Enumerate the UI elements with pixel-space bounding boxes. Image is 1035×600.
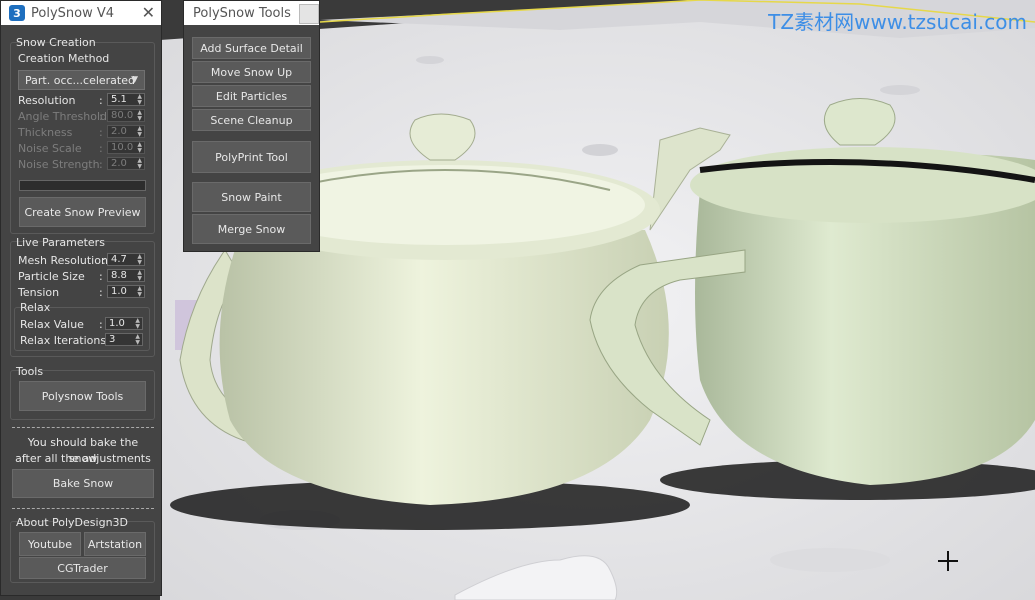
param-row-noise-strength: Noise Strength : 2.0 ▲ ▼ (18, 157, 145, 171)
tools-close-box[interactable] (299, 4, 319, 24)
spinner-arrows-icon[interactable]: ▲ ▼ (137, 286, 142, 298)
colon-separator: : (99, 93, 103, 107)
param-row-mesh-resolution: Mesh Resolution : 4.7 ▲ ▼ (18, 253, 145, 267)
param-label: Mesh Resolution (18, 253, 108, 267)
create-snow-preview-button[interactable]: Create Snow Preview (19, 197, 146, 227)
param-row-resolution: Resolution : 5.1 ▲ ▼ (18, 93, 145, 107)
colon-separator: : (99, 125, 103, 139)
polysnow-tools-button[interactable]: Polysnow Tools (19, 381, 146, 411)
param-label: Thickness (18, 125, 73, 139)
param-label: Particle Size (18, 269, 85, 283)
param-label: Relax Iterations (20, 333, 107, 347)
cgtrader-button[interactable]: CGTrader (19, 557, 146, 579)
spinner-value: 8.8 (111, 270, 127, 281)
colon-separator: : (99, 157, 103, 171)
relax-iterations-spinner[interactable]: 3 ▲ ▼ (105, 333, 143, 346)
angle-threshold-spinner[interactable]: 80.0 ▲ ▼ (107, 109, 145, 122)
edit-particles-button[interactable]: Edit Particles (192, 85, 311, 107)
polysnow-title: PolySnow V4 (31, 5, 115, 21)
spinner-value: 1.0 (111, 286, 127, 297)
spinner-arrows-icon[interactable]: ▲ ▼ (137, 110, 142, 122)
param-label: Angle Threshold (18, 109, 108, 123)
thickness-spinner[interactable]: 2.0 ▲ ▼ (107, 125, 145, 138)
polysnow-titlebar[interactable]: 3 PolySnow V4 ✕ (1, 1, 161, 25)
crosshair-cursor-icon (938, 551, 958, 571)
bake-snow-button[interactable]: Bake Snow (12, 469, 154, 498)
scene-cleanup-button[interactable]: Scene Cleanup (192, 109, 311, 131)
chevron-down-icon: ▼ (131, 75, 138, 85)
spinner-arrows-icon[interactable]: ▲ ▼ (137, 270, 142, 282)
tension-spinner[interactable]: 1.0 ▲ ▼ (107, 285, 145, 298)
colon-separator: : (99, 109, 103, 123)
tools-title: PolySnow Tools (193, 5, 291, 21)
merge-snow-button[interactable]: Merge Snow (192, 214, 311, 244)
tools-titlebar[interactable]: PolySnow Tools (184, 1, 319, 25)
divider (12, 427, 154, 428)
param-label: Relax Value (20, 317, 84, 331)
move-snow-up-button[interactable]: Move Snow Up (192, 61, 311, 83)
tools-label: Tools (16, 365, 44, 378)
close-icon[interactable]: ✕ (142, 3, 155, 22)
param-row-tension: Tension : 1.0 ▲ ▼ (18, 285, 145, 299)
watermark-text: TZ素材网www.tzsucai.com (768, 10, 1027, 34)
spinner-value: 4.7 (111, 254, 127, 265)
spinner-arrows-icon[interactable]: ▲ ▼ (137, 254, 142, 266)
preview-progress-bar (19, 180, 146, 191)
spinner-value: 2.0 (111, 158, 127, 169)
param-row-thickness: Thickness : 2.0 ▲ ▼ (18, 125, 145, 139)
polysnow-panel: 3 PolySnow V4 ✕ Snow Creation Creation M… (0, 0, 162, 596)
spinner-value: 1.0 (109, 318, 125, 329)
spinner-arrows-icon[interactable]: ▲ ▼ (137, 158, 142, 170)
noise-scale-spinner[interactable]: 10.0 ▲ ▼ (107, 141, 145, 154)
snow-paint-button[interactable]: Snow Paint (192, 182, 311, 212)
noise-strength-spinner[interactable]: 2.0 ▲ ▼ (107, 157, 145, 170)
colon-separator: : (99, 269, 103, 283)
spinner-value: 80.0 (111, 110, 134, 121)
about-label: About PolyDesign3D (16, 516, 129, 529)
spinner-arrows-icon[interactable]: ▲ ▼ (137, 94, 142, 106)
bake-note-line-2: after all the adjustments (15, 452, 151, 465)
param-row-relax-iterations: Relax Iterations 3 ▲ ▼ (20, 333, 143, 347)
mesh-resolution-spinner[interactable]: 4.7 ▲ ▼ (107, 253, 145, 266)
param-label: Noise Strength (18, 157, 100, 171)
divider (12, 508, 154, 509)
colon-separator: : (102, 253, 106, 267)
spinner-value: 2.0 (111, 126, 127, 137)
tools-panel: PolySnow Tools Add Surface Detail Move S… (183, 0, 320, 252)
polyprint-tool-button[interactable]: PolyPrint Tool (192, 141, 311, 173)
youtube-button[interactable]: Youtube (19, 532, 81, 556)
colon-separator: : (99, 317, 103, 331)
live-parameters-label: Live Parameters (16, 236, 105, 249)
param-row-angle-threshold: Angle Threshold : 80.0 ▲ ▼ (18, 109, 145, 123)
colon-separator: : (99, 285, 103, 299)
artstation-button[interactable]: Artstation (84, 532, 146, 556)
relax-label: Relax (20, 301, 51, 314)
creation-method-label: Creation Method (18, 52, 110, 65)
param-row-noise-scale: Noise Scale : 10.0 ▲ ▼ (18, 141, 145, 155)
spinner-arrows-icon[interactable]: ▲ ▼ (135, 334, 140, 346)
param-label: Resolution (18, 93, 76, 107)
resolution-spinner[interactable]: 5.1 ▲ ▼ (107, 93, 145, 106)
add-surface-detail-button[interactable]: Add Surface Detail (192, 37, 311, 59)
spinner-value: 3 (109, 334, 116, 345)
colon-separator: : (99, 141, 103, 155)
param-row-particle-size: Particle Size : 8.8 ▲ ▼ (18, 269, 145, 283)
param-label: Noise Scale (18, 141, 82, 155)
app-logo-icon: 3 (9, 5, 25, 21)
spinner-value: 5.1 (111, 94, 127, 105)
creation-method-dropdown[interactable]: Part. occ...celerated ▼ (18, 70, 145, 90)
snow-creation-label: Snow Creation (16, 36, 96, 49)
spinner-arrows-icon[interactable]: ▲ ▼ (137, 126, 142, 138)
relax-value-spinner[interactable]: 1.0 ▲ ▼ (105, 317, 143, 330)
spinner-arrows-icon[interactable]: ▲ ▼ (135, 318, 140, 330)
spinner-value: 10.0 (111, 142, 134, 153)
param-row-relax-value: Relax Value : 1.0 ▲ ▼ (20, 317, 143, 331)
creation-method-value: Part. occ...celerated (25, 73, 135, 87)
param-label: Tension (18, 285, 60, 299)
spinner-arrows-icon[interactable]: ▲ ▼ (137, 142, 142, 154)
particle-size-spinner[interactable]: 8.8 ▲ ▼ (107, 269, 145, 282)
